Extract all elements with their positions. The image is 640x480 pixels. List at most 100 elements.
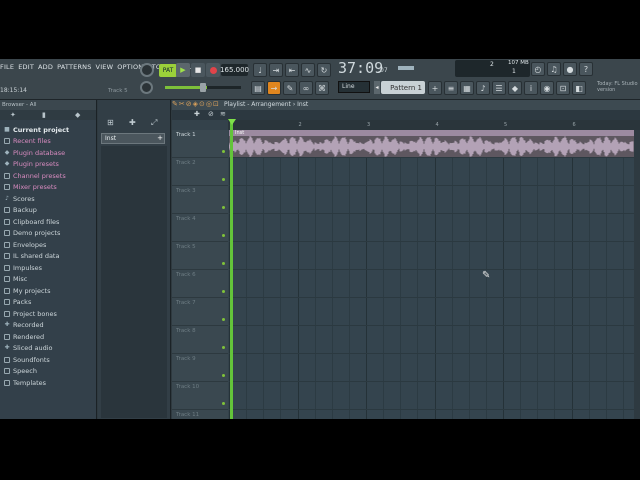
browser-item[interactable]: ■ Current project (0, 124, 96, 136)
browser-item[interactable]: Project bones (0, 308, 96, 320)
stop-button[interactable]: ■ (191, 63, 205, 77)
browser-item[interactable]: Envelopes (0, 239, 96, 251)
mic-icon[interactable]: ● (563, 62, 577, 76)
menu-edit[interactable]: EDIT (18, 63, 34, 75)
track-header[interactable]: Track 1 (172, 130, 228, 158)
options-icon[interactable]: ⊘ (208, 110, 214, 118)
loop-icon[interactable]: ↻ (317, 63, 331, 77)
piano-roll-icon[interactable]: ♪ (476, 81, 490, 95)
browser-item[interactable]: Impulses (0, 262, 96, 274)
link-icon[interactable]: ∞ (299, 81, 313, 95)
online-icon[interactable]: ◴ (531, 62, 545, 76)
browser-item[interactable]: Templates (0, 377, 96, 389)
browser-item[interactable]: Mixer presets (0, 182, 96, 194)
master-volume-knob[interactable] (140, 63, 154, 77)
track-lane[interactable] (229, 158, 640, 186)
track-mute-icon[interactable] (222, 346, 225, 349)
blend-icon[interactable]: ∿ (301, 63, 315, 77)
track-lane[interactable] (229, 270, 640, 298)
wave-icon[interactable]: ≋ (220, 110, 226, 118)
expand-icon[interactable]: ⤢ (151, 118, 157, 128)
browser-icon[interactable]: ☰ (492, 81, 506, 95)
track-lane[interactable] (229, 354, 640, 382)
menu-view[interactable]: VIEW (96, 63, 114, 75)
browser-item[interactable]: Demo projects (0, 228, 96, 240)
browser-item[interactable]: Soundfonts (0, 354, 96, 366)
track-header[interactable]: Track 9 (172, 354, 228, 382)
browser-item[interactable]: Speech (0, 366, 96, 378)
track-header[interactable]: Track 6 (172, 270, 228, 298)
time-ruler[interactable]: 23456789 (228, 120, 640, 130)
snap-icon[interactable]: → (267, 81, 281, 95)
track-header[interactable]: Track 4 (172, 214, 228, 242)
track-mute-icon[interactable] (222, 374, 225, 377)
audio-clip[interactable]: Inst (229, 130, 634, 158)
track-mute-icon[interactable] (222, 402, 225, 405)
track-lane[interactable] (229, 326, 640, 354)
pattern-prev-icon[interactable]: ◂ (374, 81, 380, 94)
news-icon[interactable]: ◧ (572, 81, 586, 95)
track-header[interactable]: Track 5 (172, 242, 228, 270)
track-lane[interactable] (229, 410, 640, 419)
track-mute-icon[interactable] (222, 318, 225, 321)
track-header[interactable]: Track 10 (172, 382, 228, 410)
wait-icon[interactable]: ⇥ (269, 63, 283, 77)
add-track-icon[interactable]: ✚ (194, 110, 200, 118)
track-header[interactable]: Track 11 (172, 410, 228, 419)
browser-header[interactable]: Browser - All (0, 100, 96, 110)
tool-icon[interactable]: ⌘ (315, 81, 329, 95)
tag-icon[interactable]: ◆ (75, 111, 80, 119)
metronome-icon[interactable]: ♩ (253, 63, 267, 77)
track-header[interactable]: Track 2 (172, 158, 228, 186)
pattern-song-toggle[interactable]: PAT (159, 64, 177, 77)
news-ticker[interactable]: Today: FL Studio version (597, 81, 640, 93)
arrangement-grid[interactable]: Inst (229, 130, 640, 419)
menu-file[interactable]: FILE (0, 63, 14, 75)
help-icon[interactable]: ? (579, 62, 593, 76)
channel-inst[interactable]: Inst + (101, 133, 165, 144)
track-mute-icon[interactable] (222, 150, 225, 153)
track-lane[interactable] (229, 382, 640, 410)
master-slider-handle[interactable] (200, 83, 206, 92)
master-pitch-knob[interactable] (140, 81, 153, 94)
browser-item[interactable]: ✚ Sliced audio (0, 343, 96, 355)
track-mute-icon[interactable] (222, 178, 225, 181)
countdown-icon[interactable]: ⇤ (285, 63, 299, 77)
browser-item[interactable]: My projects (0, 285, 96, 297)
browser-item[interactable]: ◆ Plugin database (0, 147, 96, 159)
playhead-marker-icon[interactable] (228, 119, 236, 125)
track-lane[interactable] (229, 298, 640, 326)
track-header[interactable]: Track 7 (172, 298, 228, 326)
browser-item[interactable]: Misc (0, 274, 96, 286)
add-pattern-icon[interactable]: + (428, 81, 442, 95)
play-button[interactable]: ▶ (176, 63, 190, 77)
file-icon[interactable]: ▮ (42, 111, 46, 119)
snap-select[interactable]: Line (338, 81, 370, 93)
star-icon[interactable]: ✦ (10, 111, 16, 119)
tempo-display[interactable]: 165.000 (220, 64, 249, 76)
project-info-icon[interactable]: i (524, 81, 538, 95)
track-lane[interactable] (229, 186, 640, 214)
vertical-scrollbar[interactable] (634, 130, 640, 419)
track-header[interactable]: Track 8 (172, 326, 228, 354)
tempo-tap-icon[interactable]: ◉ (540, 81, 554, 95)
remote-icon[interactable]: ⊡ (556, 81, 570, 95)
track-mute-icon[interactable] (222, 206, 225, 209)
add-channel-icon[interactable]: ✚ (129, 118, 136, 127)
menu-patterns[interactable]: PATTERNS (57, 63, 91, 75)
browser-item[interactable]: Clipboard files (0, 216, 96, 228)
track-mute-icon[interactable] (222, 234, 225, 237)
track-lane[interactable] (229, 242, 640, 270)
menu-add[interactable]: ADD (38, 63, 53, 75)
song-position-clock[interactable]: 37:09 (338, 59, 383, 77)
playlist-tools[interactable]: ✎✂⊘◈⊙◎⊡ (172, 100, 220, 108)
browser-item[interactable]: ◆ Plugin presets (0, 159, 96, 171)
speaker-icon[interactable]: ♫ (547, 62, 561, 76)
track-mute-icon[interactable] (222, 262, 225, 265)
browser-item[interactable]: Recent files (0, 136, 96, 148)
mixer-icon[interactable]: ≡ (444, 81, 458, 95)
browser-item[interactable]: Packs (0, 297, 96, 309)
pattern-selector[interactable]: Pattern 1 (381, 81, 425, 94)
browser-item[interactable]: Rendered (0, 331, 96, 343)
browser-item[interactable]: ♪ Scores (0, 193, 96, 205)
